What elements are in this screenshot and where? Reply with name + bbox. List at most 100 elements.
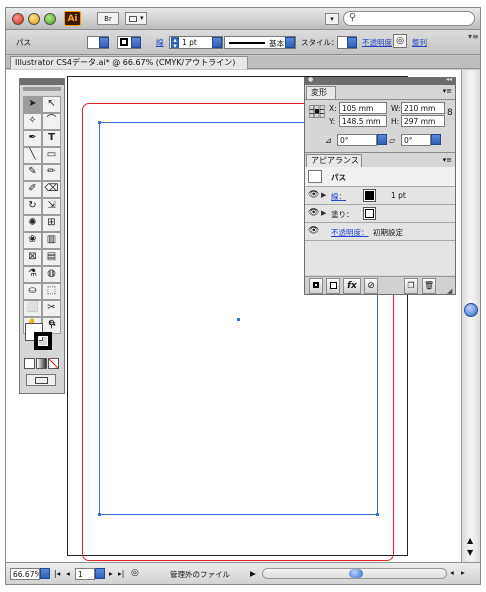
page-dropdown[interactable] xyxy=(95,568,105,579)
scale-tool-icon[interactable]: ⇲ xyxy=(42,198,61,215)
blend-tool-icon[interactable]: ◍ xyxy=(42,266,61,283)
shear-dropdown[interactable] xyxy=(431,134,441,145)
appearance-tab[interactable]: アピアランス xyxy=(306,154,362,167)
live-paint-selection-tool-icon[interactable]: ⬚ xyxy=(42,283,61,300)
stroke-swatch-appearance[interactable] xyxy=(363,189,376,202)
scroll-down-arrow-icon[interactable]: ▼ xyxy=(467,548,473,557)
transform-panel-menu-icon[interactable]: ▾≡ xyxy=(443,87,452,95)
close-window-button[interactable] xyxy=(12,13,24,25)
slice-tool-icon[interactable]: ✂ xyxy=(42,300,61,317)
scroll-up-arrow-icon[interactable]: ▲ xyxy=(467,536,473,545)
visibility-eye-icon[interactable]: 👁 xyxy=(308,190,319,200)
opacity-panel-link[interactable]: 不透明度 xyxy=(362,37,392,48)
stroke-weight-field[interactable]: ▴ ▾ 1 pt xyxy=(169,36,223,50)
zoom-window-button[interactable] xyxy=(44,13,56,25)
symbol-sprayer-tool-icon[interactable]: ❀ xyxy=(23,232,42,249)
add-new-effect-button[interactable]: fx xyxy=(343,278,361,294)
type-tool-icon[interactable]: T xyxy=(42,130,61,147)
swap-fill-stroke-icon[interactable]: ⇆ xyxy=(49,319,56,328)
zoom-dropdown[interactable] xyxy=(40,568,50,579)
scroll-right-arrow-icon[interactable]: ▸ xyxy=(461,568,465,577)
column-graph-tool-icon[interactable]: ▥ xyxy=(42,232,61,249)
transform-tab[interactable]: 変形 xyxy=(306,86,336,99)
workspace-switcher-button[interactable]: ▾ xyxy=(325,13,339,25)
mesh-tool-icon[interactable]: ⊠ xyxy=(23,249,42,266)
duplicate-item-button[interactable]: ❐ xyxy=(404,278,418,294)
stroke-swatch[interactable] xyxy=(117,36,141,49)
previous-page-icon[interactable]: ◂ xyxy=(66,569,70,578)
constrain-proportions-link-icon[interactable]: 8 xyxy=(447,108,453,118)
x-field[interactable]: 105 mm xyxy=(339,102,387,114)
free-transform-tool-icon[interactable]: ⊞ xyxy=(42,215,61,232)
stroke-dropdown[interactable] xyxy=(131,37,141,48)
vertical-scroll-thumb[interactable] xyxy=(464,303,478,317)
visibility-eye-icon[interactable]: 👁 xyxy=(308,208,319,218)
pen-tool-icon[interactable]: ✒ xyxy=(23,130,42,147)
reference-point-icon[interactable]: □□□ □■□ □□□ xyxy=(309,105,325,119)
add-new-stroke-button[interactable] xyxy=(309,278,323,294)
stroke-weight-dropdown[interactable] xyxy=(212,37,222,48)
rotate-tool-icon[interactable]: ↻ xyxy=(23,198,42,215)
rectangle-tool-icon[interactable]: ▭ xyxy=(42,147,61,164)
panel-close-icon[interactable]: ● xyxy=(308,76,313,83)
appearance-object-row[interactable]: パス xyxy=(305,167,455,187)
shear-field[interactable]: 0° xyxy=(401,134,431,146)
anchor-point[interactable] xyxy=(98,513,101,516)
line-segment-tool-icon[interactable]: ╲ xyxy=(23,147,42,164)
search-input[interactable]: ⚲ xyxy=(343,11,475,26)
appearance-fill-row[interactable]: 👁 ▶ 塗り： xyxy=(305,205,455,223)
first-page-icon[interactable]: |◂ xyxy=(54,569,60,578)
status-menu-icon[interactable]: ▶ xyxy=(250,569,256,578)
horizontal-scrollbar[interactable] xyxy=(262,568,447,579)
lasso-tool-icon[interactable]: ⌒ xyxy=(42,113,61,130)
rotate-dropdown[interactable] xyxy=(377,134,387,145)
paintbrush-tool-icon[interactable]: ✎ xyxy=(23,164,42,181)
appearance-stroke-row[interactable]: 👁 ▶ 線： 1 pt xyxy=(305,187,455,205)
last-page-icon[interactable]: ▸| xyxy=(118,569,124,578)
magic-wand-tool-icon[interactable]: ✧ xyxy=(23,113,42,130)
fill-dropdown[interactable] xyxy=(99,37,109,48)
w-field[interactable]: 210 mm xyxy=(401,102,445,114)
blob-brush-tool-icon[interactable]: ✐ xyxy=(23,181,42,198)
graphic-style-dropdown[interactable] xyxy=(347,37,357,48)
gradient-tool-icon[interactable]: ▤ xyxy=(42,249,61,266)
panel-resize-grip-icon[interactable]: ◢ xyxy=(447,287,455,295)
zoom-field[interactable]: 66.67% xyxy=(10,568,40,580)
warp-tool-icon[interactable]: ✺ xyxy=(23,215,42,232)
pencil-tool-icon[interactable]: ✏ xyxy=(42,164,61,181)
brush-dropdown[interactable] xyxy=(285,37,295,48)
gradient-button[interactable] xyxy=(36,358,47,369)
next-page-icon[interactable]: ▸ xyxy=(109,569,113,578)
horizontal-scroll-thumb[interactable] xyxy=(349,569,363,578)
eraser-tool-icon[interactable]: ⌫ xyxy=(42,181,61,198)
recolor-artwork-button[interactable]: ◎ xyxy=(393,34,407,48)
stroke-attribute-link[interactable]: 線： xyxy=(331,191,346,202)
none-button[interactable] xyxy=(48,358,59,369)
add-new-fill-button[interactable] xyxy=(326,278,340,294)
arrange-documents-button[interactable]: ▾ xyxy=(125,12,147,25)
visibility-eye-icon[interactable]: 👁 xyxy=(308,226,319,236)
h-field[interactable]: 297 mm xyxy=(401,115,445,127)
align-panel-link[interactable]: 整列 xyxy=(412,37,427,48)
minimize-window-button[interactable] xyxy=(28,13,40,25)
panel-group-header[interactable]: ● ◂◂ xyxy=(305,76,455,85)
tools-panel-header[interactable] xyxy=(20,79,64,85)
document-tab[interactable]: Illustrator CS4データ.ai* @ 66.67% (CMYK/アウ… xyxy=(10,56,248,69)
page-field[interactable]: 1 xyxy=(75,568,95,580)
expand-triangle-icon[interactable]: ▶ xyxy=(321,209,326,217)
selection-tool-icon[interactable]: ➤ xyxy=(23,96,42,113)
direct-selection-tool-icon[interactable]: ↖ xyxy=(42,96,61,113)
clear-appearance-button[interactable]: ⊘ xyxy=(364,278,378,294)
appearance-opacity-row[interactable]: 👁 不透明度： 初期設定 xyxy=(305,223,455,241)
anchor-point[interactable] xyxy=(376,513,379,516)
live-paint-bucket-tool-icon[interactable]: ⛀ xyxy=(23,283,42,300)
anchor-point[interactable] xyxy=(98,121,101,124)
fill-swatch-appearance[interactable] xyxy=(363,207,376,220)
color-button[interactable] xyxy=(24,358,35,369)
panel-collapse-icon[interactable]: ◂◂ xyxy=(446,76,452,83)
graphic-style-select[interactable] xyxy=(337,36,357,49)
opacity-attribute-link[interactable]: 不透明度： xyxy=(331,227,369,238)
control-bar-menu-icon[interactable]: ▾≡ xyxy=(468,32,479,41)
y-field[interactable]: 148.5 mm xyxy=(339,115,387,127)
eyedropper-tool-icon[interactable]: ⚗ xyxy=(23,266,42,283)
